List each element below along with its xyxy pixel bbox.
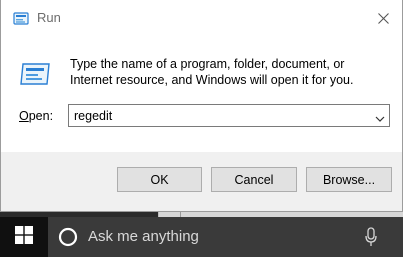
cancel-button[interactable]: Cancel xyxy=(211,167,297,192)
run-icon xyxy=(13,11,29,25)
run-dialog: Run Type the name of a program, folder, … xyxy=(0,0,403,212)
run-large-icon xyxy=(19,62,51,86)
run-description: Type the name of a program, folder, docu… xyxy=(70,57,354,87)
cortana-circle-icon xyxy=(58,227,78,247)
browse-button[interactable]: Browse... xyxy=(306,167,392,192)
taskbar: Ask me anything xyxy=(0,217,403,257)
open-label: Open: xyxy=(19,109,53,123)
taskbar-search-box[interactable]: Ask me anything xyxy=(48,217,403,257)
open-label-text: pen: xyxy=(28,109,54,123)
ok-button[interactable]: OK xyxy=(117,167,202,192)
windows-logo-icon xyxy=(15,226,33,248)
microphone-icon[interactable] xyxy=(364,227,378,247)
title-bar[interactable]: Run xyxy=(1,0,402,36)
close-icon xyxy=(377,9,389,28)
open-label-accelerator: O xyxy=(19,109,29,123)
open-combobox[interactable] xyxy=(68,104,390,127)
search-placeholder: Ask me anything xyxy=(88,228,199,245)
dialog-content: Type the name of a program, folder, docu… xyxy=(1,36,402,152)
start-button[interactable] xyxy=(0,217,48,257)
chevron-down-icon[interactable] xyxy=(374,110,386,122)
close-button[interactable] xyxy=(370,5,396,31)
open-input[interactable] xyxy=(69,105,369,126)
window-title: Run xyxy=(37,10,61,25)
